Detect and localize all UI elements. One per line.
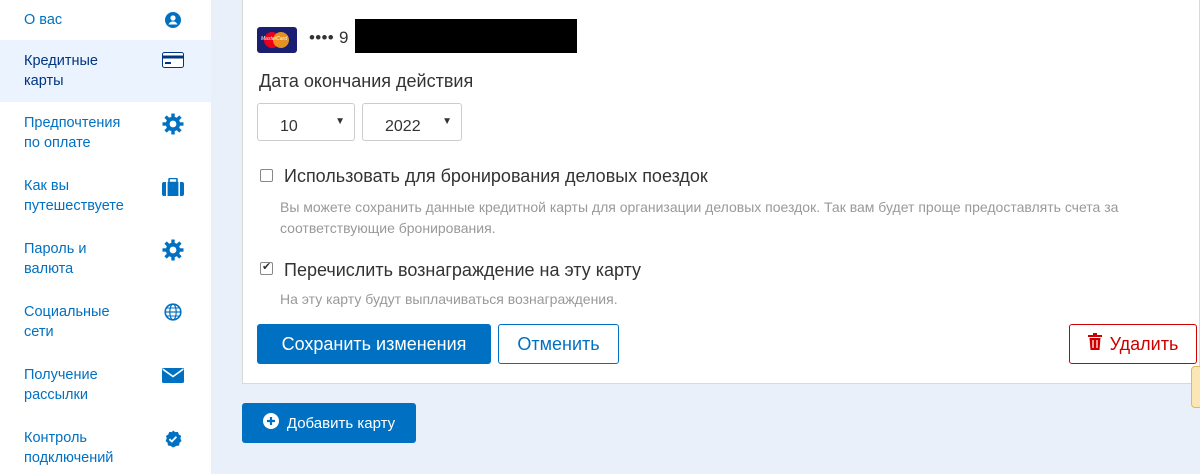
sidebar-item-label: Социальные сети [24, 304, 110, 340]
credit-card-icon [161, 52, 185, 68]
delete-card-button[interactable]: Удалить [1069, 324, 1197, 364]
sidebar-item-social-networks[interactable]: Социальные сети [0, 291, 211, 353]
redacted-card-details [355, 19, 577, 53]
expiry-month-value: 10 [280, 118, 298, 135]
save-changes-button[interactable]: Сохранить изменения [257, 324, 491, 364]
sidebar-item-label: Получение рассылки [24, 367, 98, 403]
card-masked-number: •••• 9 [309, 28, 349, 47]
gear-icon [161, 113, 185, 135]
settings-sidebar: О вас Кредитные карты Предпочтения по оп… [0, 0, 211, 474]
trash-icon [1087, 333, 1102, 355]
cancel-button[interactable]: Отменить [498, 324, 619, 364]
badge-check-icon [161, 430, 185, 448]
sidebar-item-payment-preferences[interactable]: Предпочтения по оплате [0, 102, 211, 164]
credit-card-edit-panel: MasterCard •••• 9 Дата окончания действи… [242, 0, 1200, 384]
rewards-checkbox[interactable] [260, 260, 273, 275]
dropdown-arrow-icon: ▼ [442, 116, 452, 127]
rewards-hint: На эту карту будут выплачиваться вознагр… [280, 291, 618, 307]
add-card-button[interactable]: Добавить карту [242, 403, 416, 443]
expiry-month-select[interactable]: 10 ▼ [257, 103, 355, 141]
sidebar-item-credit-cards[interactable]: Кредитные карты [0, 40, 211, 102]
sidebar-item-label: О вас [24, 12, 63, 28]
expiry-year-select[interactable]: 2022 ▼ [362, 103, 462, 141]
sidebar-item-label: Контроль подключений [24, 430, 114, 466]
sidebar-item-password-currency[interactable]: Пароль и валюта [0, 228, 211, 290]
business-travel-checkbox[interactable] [260, 169, 273, 182]
sidebar-item-connections[interactable]: Контроль подключений [0, 417, 211, 474]
delete-label: Удалить [1109, 333, 1179, 354]
add-card-label: Добавить карту [286, 414, 396, 432]
dropdown-arrow-icon: ▼ [335, 116, 345, 127]
expiry-year-value: 2022 [385, 118, 421, 135]
briefcase-icon [161, 178, 185, 196]
sidebar-item-label: Предпочтения по оплате [24, 115, 121, 151]
sidebar-item-label: Как вы путешествуете [24, 178, 124, 214]
expiry-label: Дата окончания действия [259, 71, 474, 91]
mastercard-icon: MasterCard [257, 27, 297, 53]
gear-icon [161, 239, 185, 261]
plus-circle-icon [262, 413, 279, 433]
sidebar-item-label: Пароль и валюта [24, 241, 87, 277]
user-icon [161, 12, 185, 28]
globe-icon [161, 303, 185, 321]
scroll-handle[interactable] [1191, 366, 1200, 408]
business-travel-hint: Вы можете сохранить данные кредитной кар… [280, 199, 1119, 236]
sidebar-item-travel-style[interactable]: Как вы путешествуете [0, 165, 211, 227]
envelope-icon [161, 367, 185, 383]
sidebar-item-newsletters[interactable]: Получение рассылки [0, 354, 211, 416]
business-travel-label[interactable]: Использовать для бронирования деловых по… [284, 166, 708, 187]
rewards-label[interactable]: Перечислить вознаграждение на эту карту [284, 260, 641, 281]
sidebar-item-label: Кредитные карты [24, 53, 98, 89]
sidebar-item-about[interactable]: О вас [0, 0, 211, 40]
